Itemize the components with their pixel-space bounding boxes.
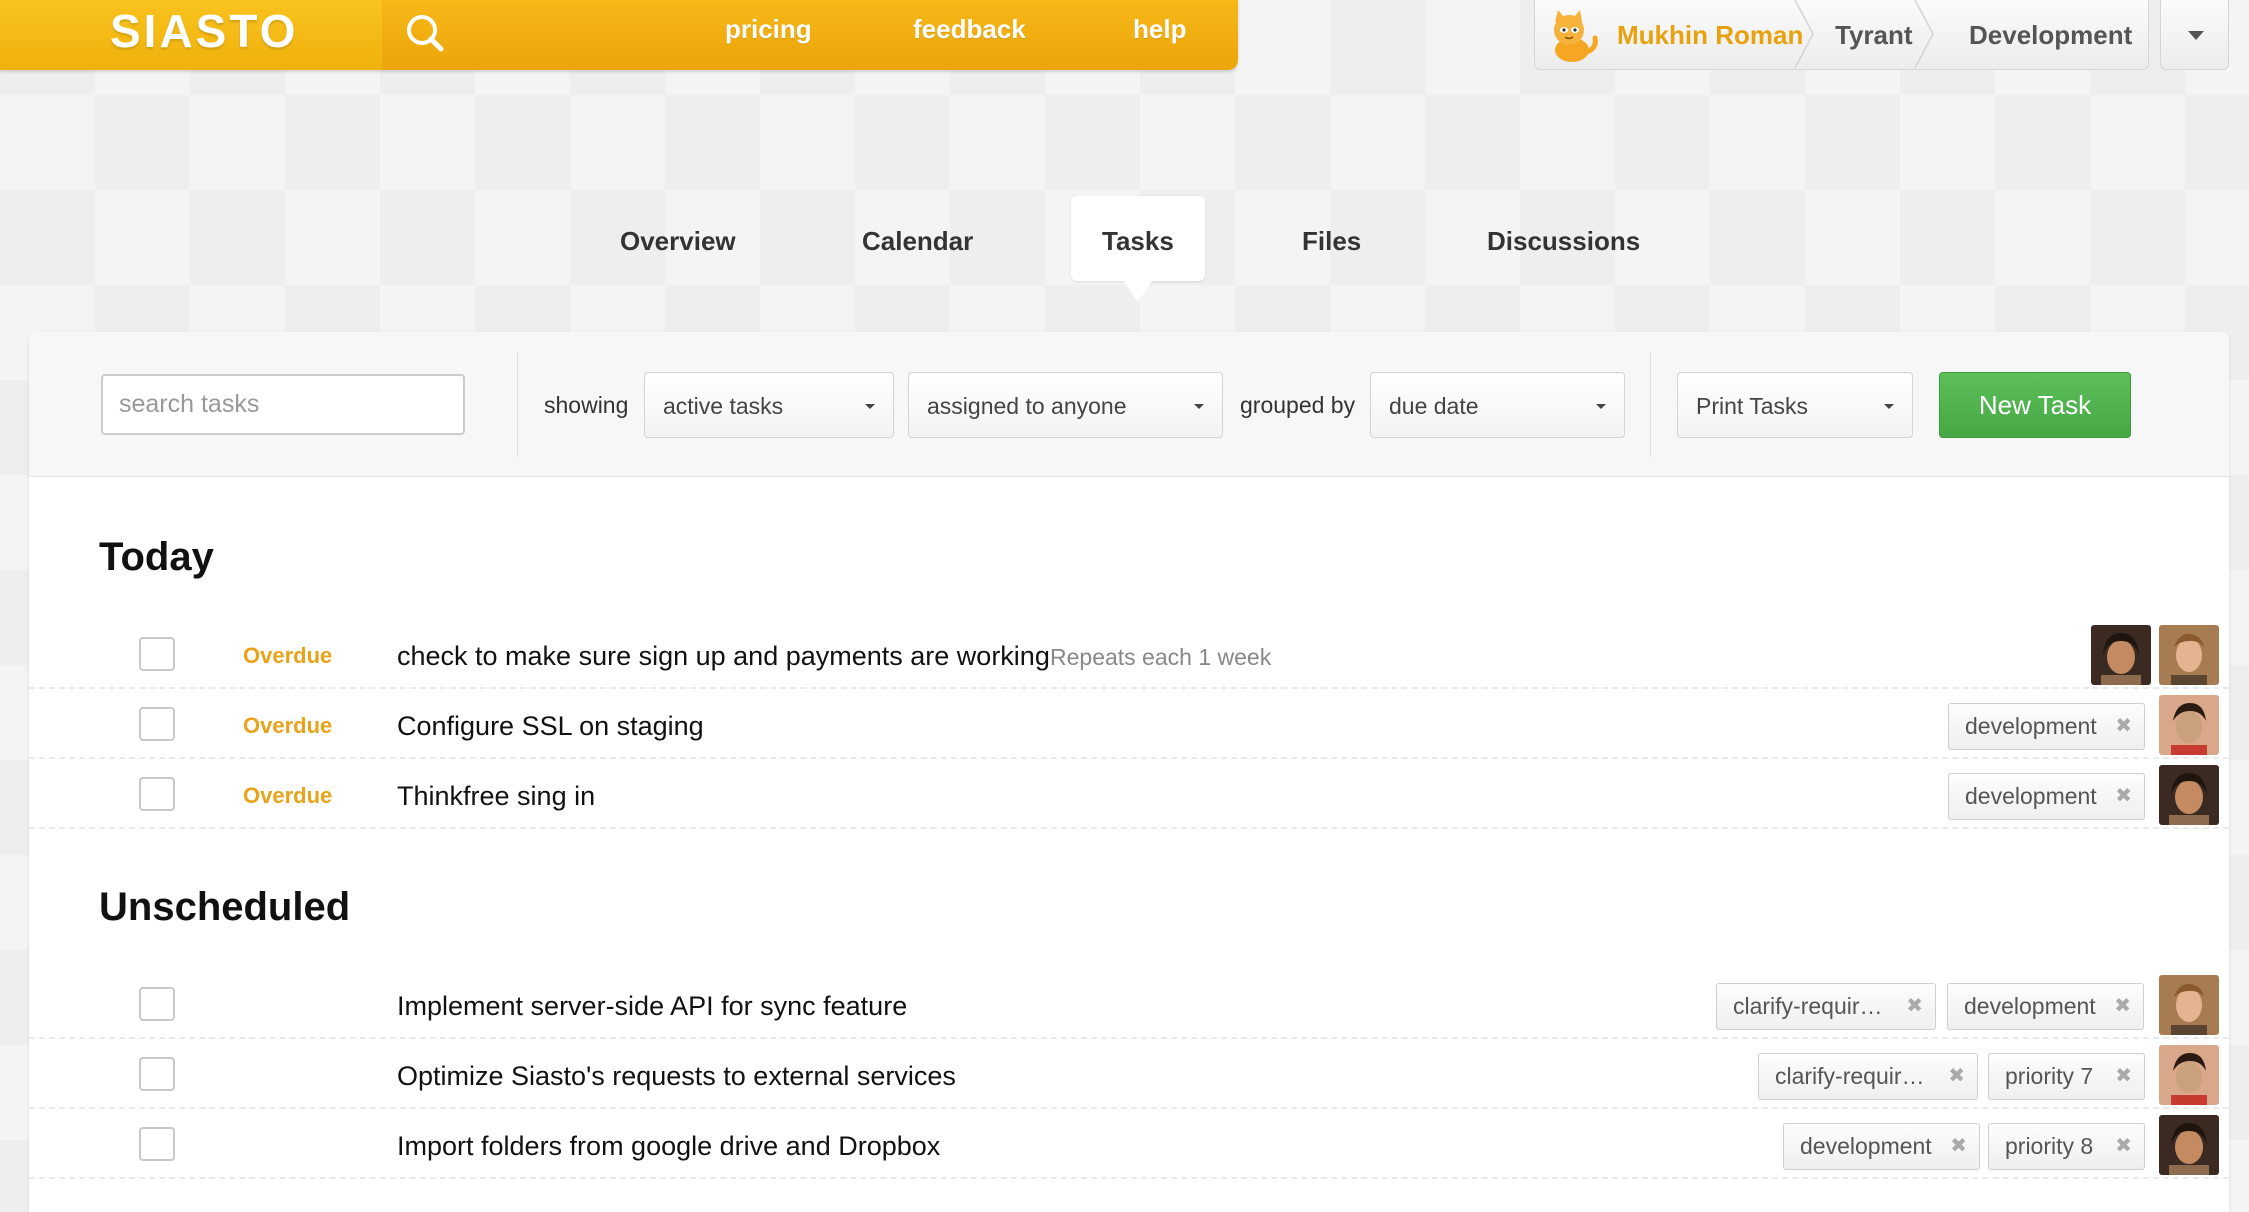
tag-label: development <box>1800 1133 1932 1159</box>
task-row[interactable]: Overdue Configure SSL on staging develop… <box>29 689 2229 759</box>
assignee-avatar[interactable] <box>2159 1045 2219 1105</box>
search-icon[interactable] <box>400 8 450 58</box>
user-avatar[interactable] <box>1543 6 1601 64</box>
logo-text[interactable]: SIASTO <box>110 4 298 58</box>
breadcrumb-team[interactable]: Tyrant <box>1835 20 1913 51</box>
tag-chip[interactable]: clarify-requir… ✖ <box>1716 983 1936 1030</box>
tag-label: development <box>1965 713 2097 739</box>
user-menu-button[interactable] <box>2160 0 2229 70</box>
chevron-down-icon <box>1884 404 1894 409</box>
chevron-down-icon <box>1596 404 1606 409</box>
tag-chip[interactable]: priority 7 ✖ <box>1988 1053 2145 1100</box>
search-tasks-input[interactable] <box>101 374 465 435</box>
tab-discussions[interactable]: Discussions <box>1487 226 1640 257</box>
logo[interactable]: SIASTO <box>0 0 382 70</box>
task-checkbox[interactable] <box>139 987 175 1021</box>
status-filter-select[interactable]: active tasks <box>644 372 894 438</box>
toolbar-divider <box>517 352 518 457</box>
nav-help[interactable]: help <box>1133 14 1186 45</box>
group-by-value: due date <box>1389 393 1479 419</box>
overdue-label: Overdue <box>243 713 333 738</box>
remove-tag-icon[interactable]: ✖ <box>1950 1124 1967 1169</box>
tab-overview[interactable]: Overview <box>620 226 736 257</box>
breadcrumb-project[interactable]: Development <box>1969 20 2132 51</box>
grouped-by-label: grouped by <box>1240 392 1356 418</box>
tag-label: clarify-requir… <box>1775 1063 1925 1089</box>
assignee-avatar[interactable] <box>2159 625 2219 685</box>
tag-chip[interactable]: clarify-requir… ✖ <box>1758 1053 1978 1100</box>
task-checkbox[interactable] <box>139 637 175 671</box>
tab-files[interactable]: Files <box>1302 226 1361 257</box>
remove-tag-icon[interactable]: ✖ <box>2115 704 2132 749</box>
tag-chip[interactable]: development ✖ <box>1948 703 2145 750</box>
assignee-filter-select[interactable]: assigned to anyone <box>908 372 1223 438</box>
tag-chip[interactable]: development ✖ <box>1783 1123 1980 1170</box>
overdue-label: Overdue <box>243 783 333 808</box>
chevron-down-icon <box>2188 31 2204 40</box>
tag-chip[interactable]: development ✖ <box>1947 983 2144 1030</box>
status-filter-value: active tasks <box>663 393 784 419</box>
assignee-avatar[interactable] <box>2159 695 2219 755</box>
task-row[interactable]: Overdue check to make sure sign up and p… <box>29 619 2229 689</box>
tag-chip[interactable]: priority 8 ✖ <box>1988 1123 2145 1170</box>
task-checkbox[interactable] <box>139 777 175 811</box>
tag-chip[interactable]: development ✖ <box>1948 773 2145 820</box>
print-tasks-label: Print Tasks <box>1696 393 1809 419</box>
tab-tasks[interactable]: Tasks <box>1102 226 1174 257</box>
task-checkbox[interactable] <box>139 707 175 741</box>
breadcrumb-separator <box>1794 0 1814 68</box>
task-row[interactable]: Optimize Siasto's requests to external s… <box>29 1039 2229 1109</box>
chevron-down-icon <box>1194 404 1204 409</box>
nav-feedback[interactable]: feedback <box>913 14 1026 45</box>
toolbar-divider <box>1650 352 1651 457</box>
nav-pricing[interactable]: pricing <box>725 14 812 45</box>
showing-label: showing <box>544 392 629 418</box>
tasks-panel: showing active tasks assigned to anyone … <box>29 332 2229 1212</box>
task-checkbox[interactable] <box>139 1057 175 1091</box>
tab-calendar[interactable]: Calendar <box>862 226 973 257</box>
task-title[interactable]: Implement server-side API for sync featu… <box>397 991 907 1022</box>
tag-label: clarify-requir… <box>1733 993 1883 1019</box>
remove-tag-icon[interactable]: ✖ <box>1906 984 1923 1029</box>
task-title[interactable]: check to make sure sign up and payments … <box>397 641 1050 672</box>
new-task-button[interactable]: New Task <box>1939 372 2131 438</box>
remove-tag-icon[interactable]: ✖ <box>2114 984 2131 1029</box>
task-row[interactable]: Import folders from google drive and Dro… <box>29 1109 2229 1179</box>
user-breadcrumb: Mukhin Roman Tyrant Development <box>1534 0 2149 70</box>
assignee-avatar[interactable] <box>2159 1115 2219 1175</box>
group-title-unscheduled: Unscheduled <box>99 885 351 929</box>
task-row[interactable]: Overdue Thinkfree sing in development ✖ <box>29 759 2229 829</box>
group-by-select[interactable]: due date <box>1370 372 1625 438</box>
chevron-down-icon <box>865 404 875 409</box>
print-tasks-select[interactable]: Print Tasks <box>1677 372 1913 438</box>
task-title[interactable]: Thinkfree sing in <box>397 781 595 812</box>
tag-label: development <box>1965 783 2097 809</box>
tag-label: priority 8 <box>2005 1133 2094 1159</box>
assignee-avatar[interactable] <box>2091 625 2151 685</box>
task-title[interactable]: Import folders from google drive and Dro… <box>397 1131 940 1162</box>
breadcrumb-user[interactable]: Mukhin Roman <box>1617 20 1803 51</box>
tag-label: priority 7 <box>2005 1063 2094 1089</box>
group-title-today: Today <box>99 535 214 579</box>
repeat-info: Repeats each 1 week <box>1050 644 1272 670</box>
task-toolbar: showing active tasks assigned to anyone … <box>29 332 2229 477</box>
tag-label: development <box>1964 993 2096 1019</box>
task-row[interactable]: Implement server-side API for sync featu… <box>29 969 2229 1039</box>
task-checkbox[interactable] <box>139 1127 175 1161</box>
assignee-filter-value: assigned to anyone <box>927 393 1127 419</box>
remove-tag-icon[interactable]: ✖ <box>1948 1054 1965 1099</box>
remove-tag-icon[interactable]: ✖ <box>2115 1124 2132 1169</box>
assignee-avatar[interactable] <box>2159 765 2219 825</box>
task-title[interactable]: Optimize Siasto's requests to external s… <box>397 1061 956 1092</box>
remove-tag-icon[interactable]: ✖ <box>2115 774 2132 819</box>
assignee-avatar[interactable] <box>2159 975 2219 1035</box>
overdue-label: Overdue <box>243 643 333 668</box>
task-title[interactable]: Configure SSL on staging <box>397 711 704 742</box>
remove-tag-icon[interactable]: ✖ <box>2115 1054 2132 1099</box>
top-navbar: SIASTO pricing feedback help <box>0 0 1238 70</box>
breadcrumb-separator <box>1914 0 1934 68</box>
